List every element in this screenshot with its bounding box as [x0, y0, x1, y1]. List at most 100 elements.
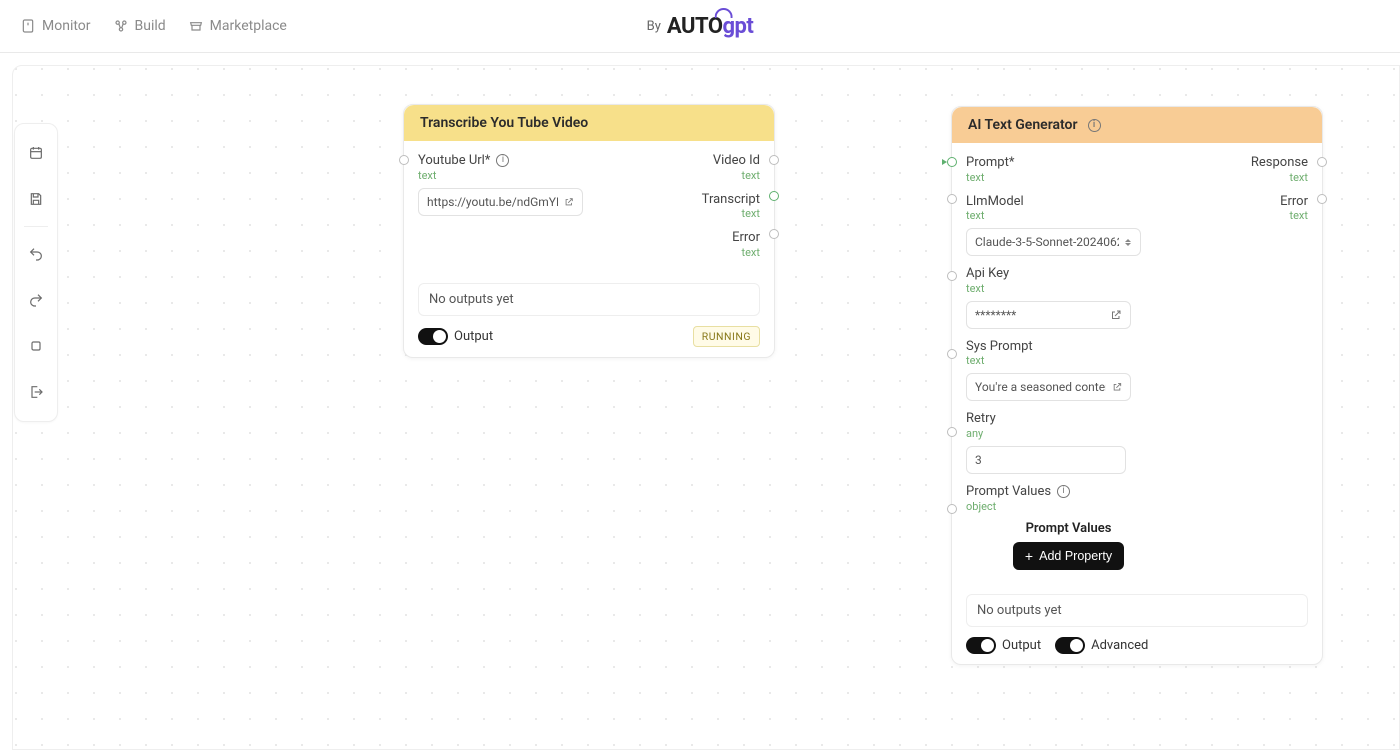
- toggle-switch-icon: [1055, 637, 1085, 654]
- nav-build-label: Build: [135, 18, 166, 34]
- info-icon[interactable]: i: [1088, 119, 1101, 132]
- node2-port-apikey[interactable]: [947, 271, 957, 281]
- node2-output-error-label: Error: [1280, 194, 1308, 210]
- node1-port-error[interactable]: [769, 229, 779, 239]
- node1-port-transcript[interactable]: [769, 191, 779, 201]
- tool-undo[interactable]: [16, 231, 56, 277]
- node2-input-sysprompt: Sys Prompt text You're a seasoned conten…: [966, 339, 1141, 402]
- select-caret-icon: [1125, 236, 1132, 248]
- toggle-switch-icon: [418, 328, 448, 345]
- node1-output-video-id: Video Id text: [713, 153, 760, 182]
- node1-header[interactable]: Transcribe You Tube Video: [404, 105, 774, 141]
- node2-apikey-input[interactable]: ********: [966, 301, 1131, 329]
- marketplace-icon: [188, 18, 204, 34]
- node2-apikey-value: ********: [975, 308, 1016, 322]
- node2-input-llmmodel-label: LlmModel: [966, 194, 1141, 210]
- node-transcribe-youtube[interactable]: Transcribe You Tube Video Youtube Url* i: [403, 104, 775, 358]
- node2-input-prompt-label: Prompt*: [966, 155, 1141, 171]
- node2-port-error[interactable]: [1317, 194, 1327, 204]
- node1-youtube-url-value: https://youtu.be/ndGmYNvPE: [427, 195, 558, 209]
- node2-input-prompt-values: Prompt Values i object Prompt Values + A…: [966, 484, 1141, 570]
- node2-input-prompt-values-label: Prompt Values: [966, 484, 1051, 500]
- node2-port-prompt[interactable]: [947, 157, 957, 167]
- node-ai-text-generator[interactable]: AI Text Generator i Prompt*: [951, 106, 1323, 665]
- node2-output-toggle-label: Output: [1002, 638, 1041, 653]
- node2-output-error-type: text: [1280, 209, 1308, 222]
- node1-output-transcript-type: text: [702, 207, 760, 220]
- node2-header[interactable]: AI Text Generator i: [952, 107, 1322, 143]
- node1-footer: Output RUNNING: [418, 326, 760, 347]
- node1-youtube-url-input[interactable]: https://youtu.be/ndGmYNvPE: [418, 188, 583, 216]
- node1-no-outputs: No outputs yet: [418, 283, 760, 316]
- nav-marketplace[interactable]: Marketplace: [188, 18, 287, 34]
- redo-icon: [28, 292, 44, 308]
- node2-input-sysprompt-type: text: [966, 354, 1141, 367]
- info-icon[interactable]: i: [1057, 485, 1070, 498]
- node2-port-prompt-values[interactable]: [947, 504, 957, 514]
- external-link-icon: [564, 196, 574, 208]
- tool-exit[interactable]: [16, 369, 56, 415]
- node1-body: Youtube Url* i text https://youtu.be/ndG…: [404, 141, 774, 357]
- node2-port-response[interactable]: [1317, 157, 1327, 167]
- node2-port-retry[interactable]: [947, 427, 957, 437]
- node2-footer: Output Advanced: [966, 637, 1308, 654]
- tool-redo[interactable]: [16, 277, 56, 323]
- external-link-icon: [1110, 309, 1122, 321]
- nav-marketplace-label: Marketplace: [210, 18, 287, 34]
- node1-output-transcript-label: Transcript: [702, 192, 760, 208]
- node2-retry-value: 3: [975, 453, 982, 467]
- node1-output-error-label: Error: [732, 230, 760, 246]
- exit-icon: [28, 384, 44, 400]
- node1-title: Transcribe You Tube Video: [420, 115, 588, 131]
- node2-retry-input[interactable]: 3: [966, 446, 1126, 474]
- node2-title: AI Text Generator: [968, 117, 1078, 133]
- nav-build[interactable]: Build: [113, 18, 166, 34]
- node2-input-sysprompt-label: Sys Prompt: [966, 339, 1141, 355]
- node2-input-prompt-values-type: object: [966, 500, 1141, 513]
- node2-input-prompt-type: text: [966, 171, 1141, 184]
- node2-input-prompt: Prompt* text: [966, 155, 1141, 184]
- tool-save[interactable]: [16, 176, 56, 222]
- undo-icon: [28, 246, 44, 262]
- tool-blocks[interactable]: [16, 130, 56, 176]
- info-icon[interactable]: i: [496, 154, 509, 167]
- node2-output-response-label: Response: [1251, 155, 1308, 171]
- brand: By AUTOgpt: [647, 14, 754, 39]
- tool-stop[interactable]: [16, 323, 56, 369]
- add-property-label: Add Property: [1039, 549, 1112, 563]
- node2-body: Prompt* text LlmModel text Claude-3-5-So…: [952, 143, 1322, 664]
- node2-output-response: Response text: [1251, 155, 1308, 184]
- logo-arc-icon: [715, 8, 733, 18]
- node1-port-video-id[interactable]: [769, 155, 779, 165]
- monitor-icon: [20, 18, 36, 34]
- node2-input-retry-label: Retry: [966, 411, 1141, 427]
- node1-output-error-type: text: [732, 246, 760, 259]
- external-link-icon: [1112, 381, 1122, 393]
- tool-separator: [24, 226, 48, 227]
- node2-sysprompt-value: You're a seasoned content a: [975, 380, 1106, 394]
- node2-output-toggle[interactable]: Output: [966, 637, 1041, 654]
- node2-sysprompt-input[interactable]: You're a seasoned content a: [966, 373, 1131, 401]
- node2-no-outputs: No outputs yet: [966, 594, 1308, 627]
- node2-advanced-toggle[interactable]: Advanced: [1055, 637, 1148, 654]
- node1-output-transcript: Transcript text: [702, 192, 760, 221]
- node1-input-youtube-url-label: Youtube Url*: [418, 153, 490, 169]
- add-property-button[interactable]: + Add Property: [1013, 542, 1124, 570]
- node2-port-sysprompt[interactable]: [947, 349, 957, 359]
- node1-status-badge: RUNNING: [693, 326, 760, 347]
- node1-port-youtube-url[interactable]: [399, 155, 409, 165]
- nav: Monitor Build Marketplace: [20, 18, 287, 34]
- node1-output-toggle[interactable]: Output: [418, 328, 493, 345]
- node2-llmmodel-select[interactable]: Claude-3-5-Sonnet-20240620: [966, 228, 1141, 256]
- nav-monitor[interactable]: Monitor: [20, 18, 91, 34]
- logo: AUTOgpt: [667, 14, 754, 39]
- node2-input-apikey: Api Key text ********: [966, 266, 1141, 329]
- node2-port-llmmodel[interactable]: [947, 194, 957, 204]
- toggle-switch-icon: [966, 637, 996, 654]
- edge-layer: [13, 66, 313, 216]
- node2-input-llmmodel-type: text: [966, 209, 1141, 222]
- canvas[interactable]: Transcribe You Tube Video Youtube Url* i: [12, 65, 1400, 750]
- prompt-values-title: Prompt Values: [1026, 521, 1112, 536]
- canvas-wrap: Transcribe You Tube Video Youtube Url* i: [0, 53, 1400, 750]
- nav-monitor-label: Monitor: [42, 18, 91, 34]
